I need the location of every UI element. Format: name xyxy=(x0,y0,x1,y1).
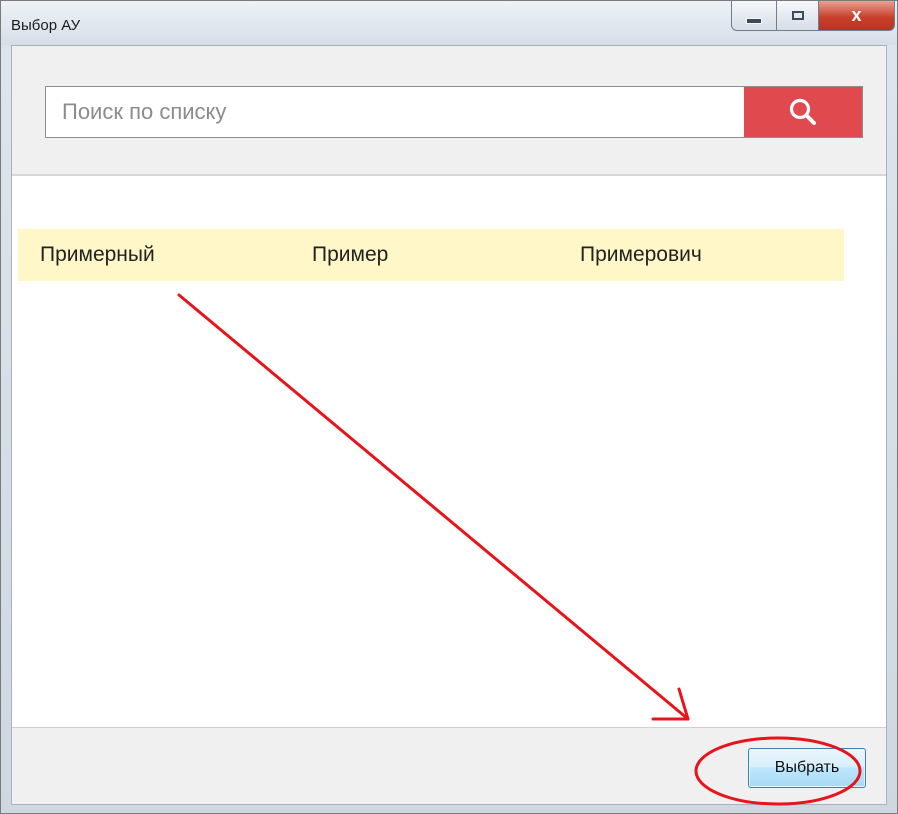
search-input[interactable] xyxy=(46,87,746,137)
close-icon: x xyxy=(851,5,862,25)
maximize-button[interactable] xyxy=(777,1,819,31)
dialog-window: Выбор АУ x Поиск по списку Примерный При… xyxy=(0,0,898,814)
minimize-button[interactable] xyxy=(731,1,777,31)
close-button[interactable]: x xyxy=(819,1,895,31)
footer-bar: Выбрать xyxy=(12,727,886,804)
search-icon xyxy=(789,98,816,125)
cell-first-name: Пример xyxy=(312,243,389,266)
select-button[interactable]: Выбрать xyxy=(748,748,866,788)
list-item[interactable]: Примерный Пример Примерович xyxy=(18,229,844,281)
window-controls: x xyxy=(731,1,895,31)
title-bar: Выбор АУ x xyxy=(1,1,897,45)
dialog-content: Примерный Пример Примерович Выбрать xyxy=(11,45,887,805)
window-title: Выбор АУ xyxy=(11,17,81,34)
minimize-icon xyxy=(746,17,762,24)
cell-last-name: Примерный xyxy=(40,243,155,266)
search-panel xyxy=(12,46,886,176)
cell-patronymic: Примерович xyxy=(580,243,702,266)
search-box xyxy=(45,86,863,138)
maximize-icon xyxy=(791,11,804,20)
search-button[interactable] xyxy=(744,87,862,137)
